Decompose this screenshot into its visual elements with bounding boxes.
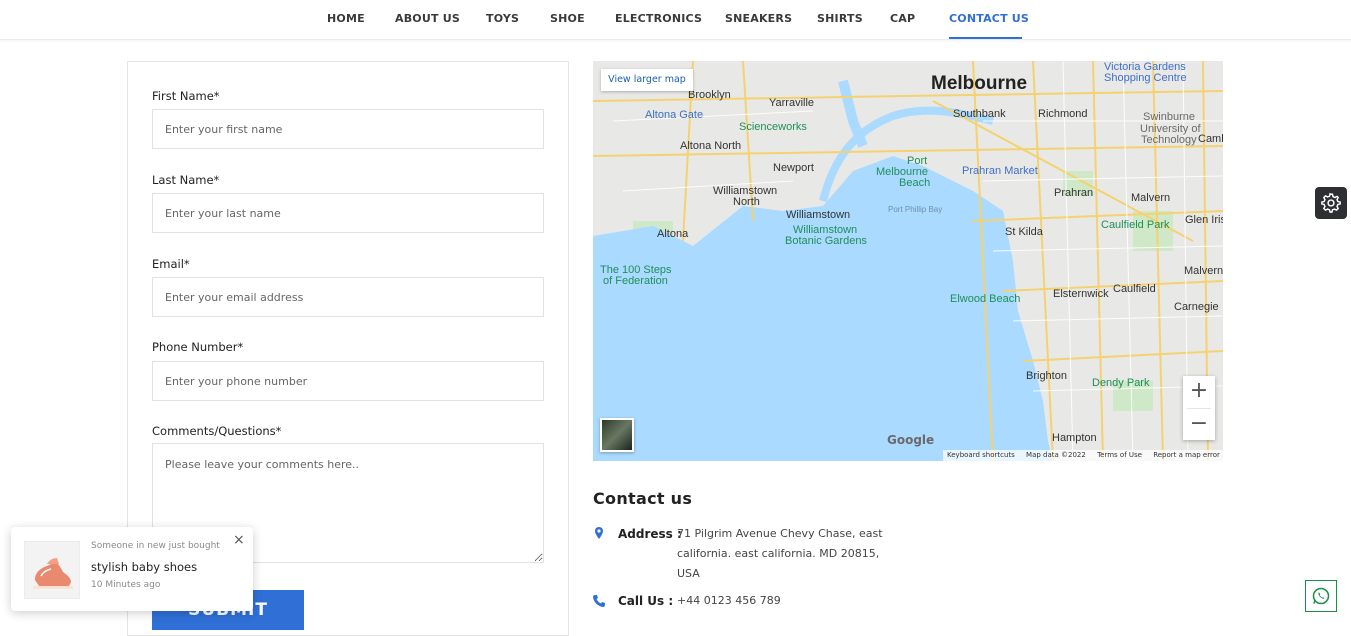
address-line-1: 71 Pilgrim Avenue Chevy Chase, east xyxy=(677,527,883,540)
map-label-prahran: Prahran xyxy=(1054,187,1094,199)
nav-toys[interactable]: TOYS xyxy=(486,12,519,25)
keyboard-shortcuts-link[interactable]: Keyboard shortcuts xyxy=(947,451,1015,459)
map-label-elwood-beach: Elwood Beach xyxy=(950,293,1021,305)
map-label-melbourne: Melbourne xyxy=(931,73,1028,94)
map-label-carnegie: Carnegie xyxy=(1174,301,1219,313)
map-canvas xyxy=(593,61,1223,461)
popup-time: 10 Minutes ago xyxy=(91,580,161,590)
first-name-input[interactable] xyxy=(152,109,544,149)
nav-sneakers[interactable]: SNEAKERS xyxy=(725,12,792,25)
nav-electronics[interactable]: ELECTRONICS xyxy=(615,12,702,25)
contact-title: Contact us xyxy=(593,489,693,508)
map-label-malvern-east: Malvern E xyxy=(1184,265,1223,277)
map-label-steps-2: of Federation xyxy=(603,275,668,287)
map-label-caulfield-park: Caulfield Park xyxy=(1101,219,1170,231)
settings-gear-widget[interactable] xyxy=(1315,187,1347,219)
first-name-label: First Name* xyxy=(152,89,220,103)
map-label-dendy-park: Dendy Park xyxy=(1092,377,1150,389)
address-key: Address : xyxy=(618,527,682,541)
nav-shoe[interactable]: SHOE xyxy=(550,12,585,25)
call-value[interactable]: +44 0123 456 789 xyxy=(677,591,781,611)
call-key: Call Us : xyxy=(618,594,674,608)
map-label-prahran-market: Prahran Market xyxy=(962,165,1038,177)
popup-subtitle: Someone in new just bought xyxy=(91,541,220,551)
phone-label: Phone Number* xyxy=(152,340,244,354)
map-label-camb: Camb xyxy=(1198,133,1223,145)
map-label-southbank: Southbank xyxy=(953,108,1006,120)
map-label-shopping-centre: Shopping Centre xyxy=(1104,72,1187,84)
close-icon[interactable]: × xyxy=(233,532,245,548)
nav-home[interactable]: HOME xyxy=(327,12,365,25)
map-footer: Keyboard shortcuts Map data ©2022 Terms … xyxy=(943,450,1223,461)
last-name-label: Last Name* xyxy=(152,173,220,187)
whatsapp-widget[interactable] xyxy=(1305,580,1337,612)
last-name-input[interactable] xyxy=(152,193,544,233)
location-map[interactable]: Melbourne Brooklyn Yarraville Southbank … xyxy=(593,61,1223,461)
satellite-toggle[interactable] xyxy=(600,418,634,452)
location-pin-icon xyxy=(595,527,603,539)
map-label-williamstown-north-2: North xyxy=(733,196,760,208)
zoom-out-button[interactable]: − xyxy=(1183,409,1215,441)
map-label-port-melb-3: Beach xyxy=(899,177,931,189)
map-label-altona: Altona xyxy=(657,228,689,240)
zoom-in-button[interactable]: + xyxy=(1183,376,1215,408)
map-label-swinburne-3: Technology xyxy=(1141,134,1197,146)
nav-contact-us[interactable]: CONTACT US xyxy=(949,12,1029,25)
email-input[interactable] xyxy=(152,277,544,317)
map-label-caulfield: Caulfield xyxy=(1113,283,1156,295)
map-label-williamstown-bg-2: Botanic Gardens xyxy=(785,235,867,247)
google-logo: Google xyxy=(887,433,935,447)
map-label-altona-gate: Altona Gate xyxy=(645,109,704,121)
map-label-hampton: Hampton xyxy=(1052,432,1097,444)
popup-product-name[interactable]: stylish baby shoes xyxy=(91,560,197,574)
map-label-williamstown: Williamstown xyxy=(786,209,851,221)
map-label-port-phillip-bay: Port Phillip Bay xyxy=(888,205,943,214)
nav-shirts[interactable]: SHIRTS xyxy=(817,12,863,25)
map-label-st-kilda: St Kilda xyxy=(1005,226,1043,238)
view-larger-map-link[interactable]: View larger map xyxy=(601,69,693,91)
map-label-scienceworks: Scienceworks xyxy=(739,121,807,133)
nav-about-us[interactable]: ABOUT US xyxy=(395,12,460,25)
nav-cap[interactable]: CAP xyxy=(890,12,915,25)
map-label-altona-north: Altona North xyxy=(680,140,742,152)
map-label-brighton: Brighton xyxy=(1026,370,1067,382)
recent-purchase-popup: Someone in new just bought stylish baby … xyxy=(11,527,253,611)
address-line-3: USA xyxy=(677,567,700,580)
map-label-brooklyn: Brooklyn xyxy=(688,89,731,101)
map-label-swinburne-1: Swinburne xyxy=(1143,111,1195,123)
map-label-yarraville: Yarraville xyxy=(769,97,815,109)
address-line-2: california. east california. MD 20815, xyxy=(677,547,880,560)
baby-shoe-image xyxy=(25,542,79,598)
map-zoom-controls: + − xyxy=(1183,376,1215,440)
map-label-glen-iris: Glen Iris xyxy=(1185,214,1223,226)
map-label-richmond: Richmond xyxy=(1038,108,1088,120)
nav-active-underline xyxy=(949,37,1022,39)
map-data-label: Map data ©2022 xyxy=(1026,451,1086,459)
gear-icon xyxy=(1321,192,1341,213)
product-thumbnail[interactable] xyxy=(24,541,80,599)
map-label-malvern: Malvern xyxy=(1131,192,1171,204)
terms-link[interactable]: Terms of Use xyxy=(1097,451,1142,459)
map-label-elsternwick: Elsternwick xyxy=(1053,288,1109,300)
comments-label: Comments/Questions* xyxy=(152,424,282,438)
email-label: Email* xyxy=(152,257,190,271)
map-label-newport: Newport xyxy=(773,162,814,174)
main-nav: HOME ABOUT US TOYS SHOE ELECTRONICS SNEA… xyxy=(0,0,1351,40)
report-map-error-link[interactable]: Report a map error xyxy=(1153,451,1220,459)
phone-icon xyxy=(593,595,605,607)
phone-input[interactable] xyxy=(152,361,544,401)
whatsapp-icon xyxy=(1312,587,1330,605)
